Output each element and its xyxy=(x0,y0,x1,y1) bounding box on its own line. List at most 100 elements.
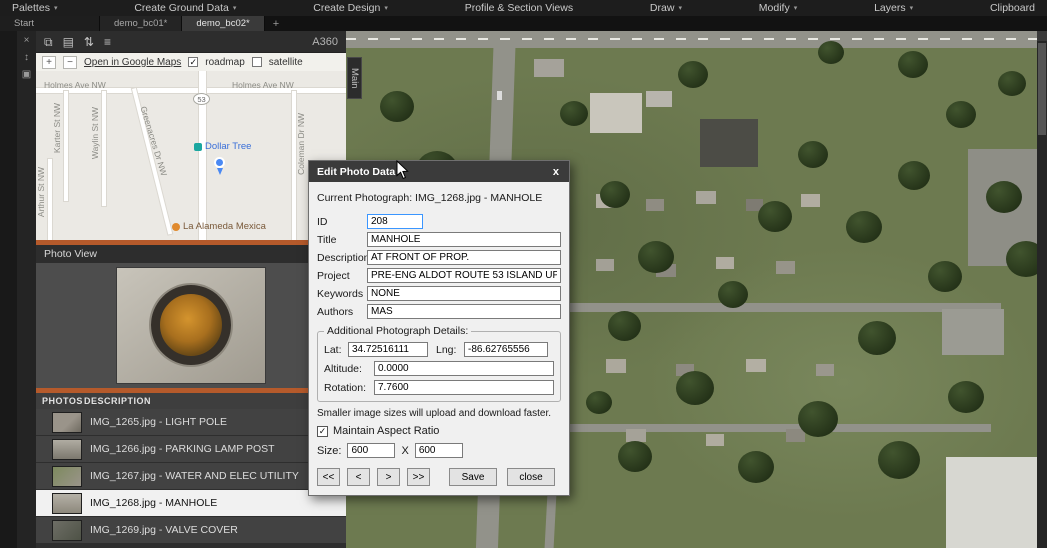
tree xyxy=(878,441,920,479)
tree xyxy=(948,381,984,413)
dialog-close-button[interactable]: x xyxy=(551,166,561,178)
tree xyxy=(738,451,774,483)
photo-thumbnail xyxy=(52,520,82,541)
building xyxy=(696,191,716,204)
maintain-aspect-checkbox[interactable]: ✓ xyxy=(317,426,328,437)
last-photo-button[interactable]: >> xyxy=(407,468,430,486)
satellite-checkbox[interactable] xyxy=(252,57,262,67)
lat-field[interactable] xyxy=(348,342,428,357)
close-icon[interactable]: × xyxy=(24,36,30,46)
sort-icon[interactable]: ⇅ xyxy=(84,36,94,48)
menu-draw[interactable]: Draw▾ xyxy=(650,2,682,14)
street-label: Holmes Ave NW xyxy=(232,80,294,90)
photo-list-header: PHOTOS DESCRIPTION xyxy=(36,393,346,409)
street-label: Waylin St NW xyxy=(90,107,100,159)
additional-details-group: Additional Photograph Details: Lat: Lng:… xyxy=(317,325,561,402)
tree xyxy=(638,241,674,273)
building xyxy=(497,91,502,100)
menu-modify[interactable]: Modify▾ xyxy=(759,2,797,14)
restaurant-icon xyxy=(172,223,180,231)
poi-dollar-tree[interactable]: Dollar Tree xyxy=(194,141,251,152)
id-field[interactable] xyxy=(367,214,423,229)
first-photo-button[interactable]: << xyxy=(317,468,340,486)
chevron-down-icon: ▾ xyxy=(233,4,237,12)
layers-icon[interactable]: ▤ xyxy=(63,36,74,48)
open-google-maps-link[interactable]: Open in Google Maps xyxy=(84,57,181,68)
street-label: Coleman Dr NW xyxy=(296,113,306,175)
title-field[interactable] xyxy=(367,232,561,247)
save-button[interactable]: Save xyxy=(449,468,497,486)
manhole-photo-subject xyxy=(151,285,231,365)
map-road xyxy=(102,91,106,206)
viewport-tab-main[interactable]: Main xyxy=(347,57,362,99)
mouse-cursor xyxy=(396,160,409,185)
additional-details-legend: Additional Photograph Details: xyxy=(324,325,471,337)
size-height-field[interactable] xyxy=(415,443,463,458)
new-tab-button[interactable]: + xyxy=(265,16,287,31)
previous-photo-button[interactable]: < xyxy=(347,468,370,486)
project-field[interactable] xyxy=(367,268,561,283)
authors-field[interactable] xyxy=(367,304,561,319)
building xyxy=(801,194,820,207)
photo-thumbnail xyxy=(52,439,82,460)
edit-photo-data-dialog: Edit Photo Data x Current Photograph: IM… xyxy=(308,160,570,496)
size-label: Size: xyxy=(317,445,341,457)
google-map[interactable]: Holmes Ave NW Holmes Ave NW Karter St NW… xyxy=(36,71,346,240)
menu-profile-section-views[interactable]: Profile & Section Views xyxy=(465,2,573,14)
photo-thumbnail xyxy=(52,466,82,487)
description-field[interactable] xyxy=(367,250,561,265)
times-label: X xyxy=(401,445,408,457)
float-panel-icon[interactable]: ↕ xyxy=(24,53,29,63)
altitude-label: Altitude: xyxy=(324,363,374,375)
menu-clipboard[interactable]: Clipboard xyxy=(990,2,1035,14)
menu-create-design[interactable]: Create Design▾ xyxy=(313,2,388,14)
lng-field[interactable] xyxy=(464,342,548,357)
map-pin-icon[interactable] xyxy=(214,157,225,168)
check-icon: ✓ xyxy=(319,427,327,436)
zoom-in-button[interactable]: + xyxy=(42,56,56,69)
dock-panel-icon[interactable]: ▣ xyxy=(22,70,31,80)
dialog-title: Edit Photo Data xyxy=(317,166,395,178)
building xyxy=(646,199,664,211)
tab-demo-bc02[interactable]: demo_bc02* xyxy=(182,16,264,31)
drawing-tab-bar: Start demo_bc01* demo_bc02* + xyxy=(0,16,1047,31)
next-photo-button[interactable]: > xyxy=(377,468,400,486)
zoom-out-button[interactable]: − xyxy=(63,56,77,69)
photo-list-item[interactable]: IMG_1269.jpg - VALVE COVER xyxy=(36,517,346,544)
keywords-field[interactable] xyxy=(367,286,561,301)
menu-layers[interactable]: Layers▾ xyxy=(874,2,913,14)
menu-icon[interactable]: ≡ xyxy=(104,36,111,48)
dialog-title-bar[interactable]: Edit Photo Data x xyxy=(309,161,569,182)
scrollbar-thumb[interactable] xyxy=(1038,43,1046,135)
close-button[interactable]: close xyxy=(507,468,555,486)
altitude-field[interactable] xyxy=(374,361,554,376)
application-window: Palettes▾ Create Ground Data▾ Create Des… xyxy=(0,0,1047,548)
rotation-field[interactable] xyxy=(374,380,554,395)
clone-view-icon[interactable]: ⧉ xyxy=(44,36,53,48)
photo-view[interactable] xyxy=(36,263,346,388)
lat-label: Lat: xyxy=(324,344,348,356)
photo-thumbnail xyxy=(52,412,82,433)
photo-view-header: Photo View xyxy=(36,245,346,263)
building xyxy=(816,364,834,376)
photo-list-item[interactable]: IMG_1267.jpg - WATER AND ELEC UTILITY xyxy=(36,463,346,490)
menu-palettes[interactable]: Palettes▾ xyxy=(12,2,57,14)
tree xyxy=(560,101,588,126)
street-label: Arthur St NW xyxy=(36,167,46,217)
building xyxy=(706,434,724,446)
tree xyxy=(846,211,882,243)
size-width-field[interactable] xyxy=(347,443,395,458)
tab-start[interactable]: Start xyxy=(0,16,100,31)
map-road xyxy=(48,159,52,240)
photo-list-item-selected[interactable]: IMG_1268.jpg - MANHOLE xyxy=(36,490,346,517)
tab-demo-bc01[interactable]: demo_bc01* xyxy=(100,16,182,31)
menu-create-ground-data[interactable]: Create Ground Data▾ xyxy=(134,2,236,14)
scrollbar-button[interactable] xyxy=(1037,31,1047,41)
roadmap-checkbox[interactable]: ✓ xyxy=(188,57,198,67)
tree xyxy=(798,141,828,168)
photo-list-item[interactable]: IMG_1266.jpg - PARKING LAMP POST xyxy=(36,436,346,463)
poi-la-alameda[interactable]: La Alameda Mexica xyxy=(172,221,266,232)
photo-list-item[interactable]: IMG_1265.jpg - LIGHT POLE xyxy=(36,409,346,436)
building xyxy=(606,359,626,373)
left-edge-strip xyxy=(0,31,17,548)
